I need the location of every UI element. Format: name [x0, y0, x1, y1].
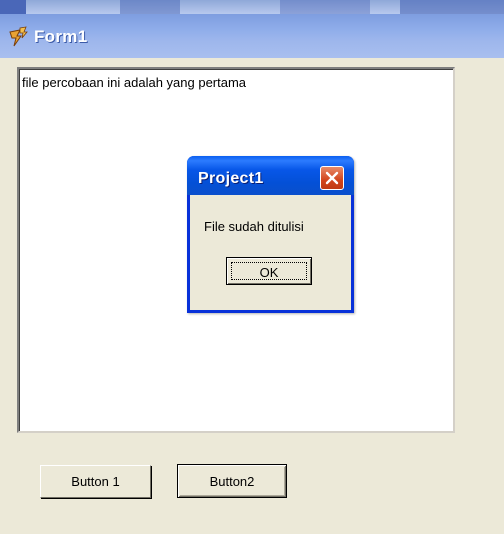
button-2[interactable]: Button2 [177, 464, 287, 498]
memo-content: file percobaan ini adalah yang pertama [22, 75, 247, 90]
dialog-close-button[interactable] [320, 166, 344, 190]
dialog-title-bar[interactable]: Project1 [187, 156, 354, 195]
form-title-bar[interactable]: Form1 [0, 14, 504, 58]
form-title: Form1 [34, 27, 88, 46]
ok-button[interactable]: OK [226, 257, 312, 285]
dialog-title: Project1 [198, 170, 264, 187]
delphi-form-icon [8, 26, 28, 48]
close-icon [325, 171, 339, 185]
background-window-edge [0, 0, 504, 14]
ok-button-label: OK [259, 264, 279, 280]
message-dialog: Project1 File sudah ditulisi OK [187, 156, 354, 313]
button-1[interactable]: Button 1 [40, 465, 151, 498]
dialog-message: File sudah ditulisi [204, 219, 304, 234]
